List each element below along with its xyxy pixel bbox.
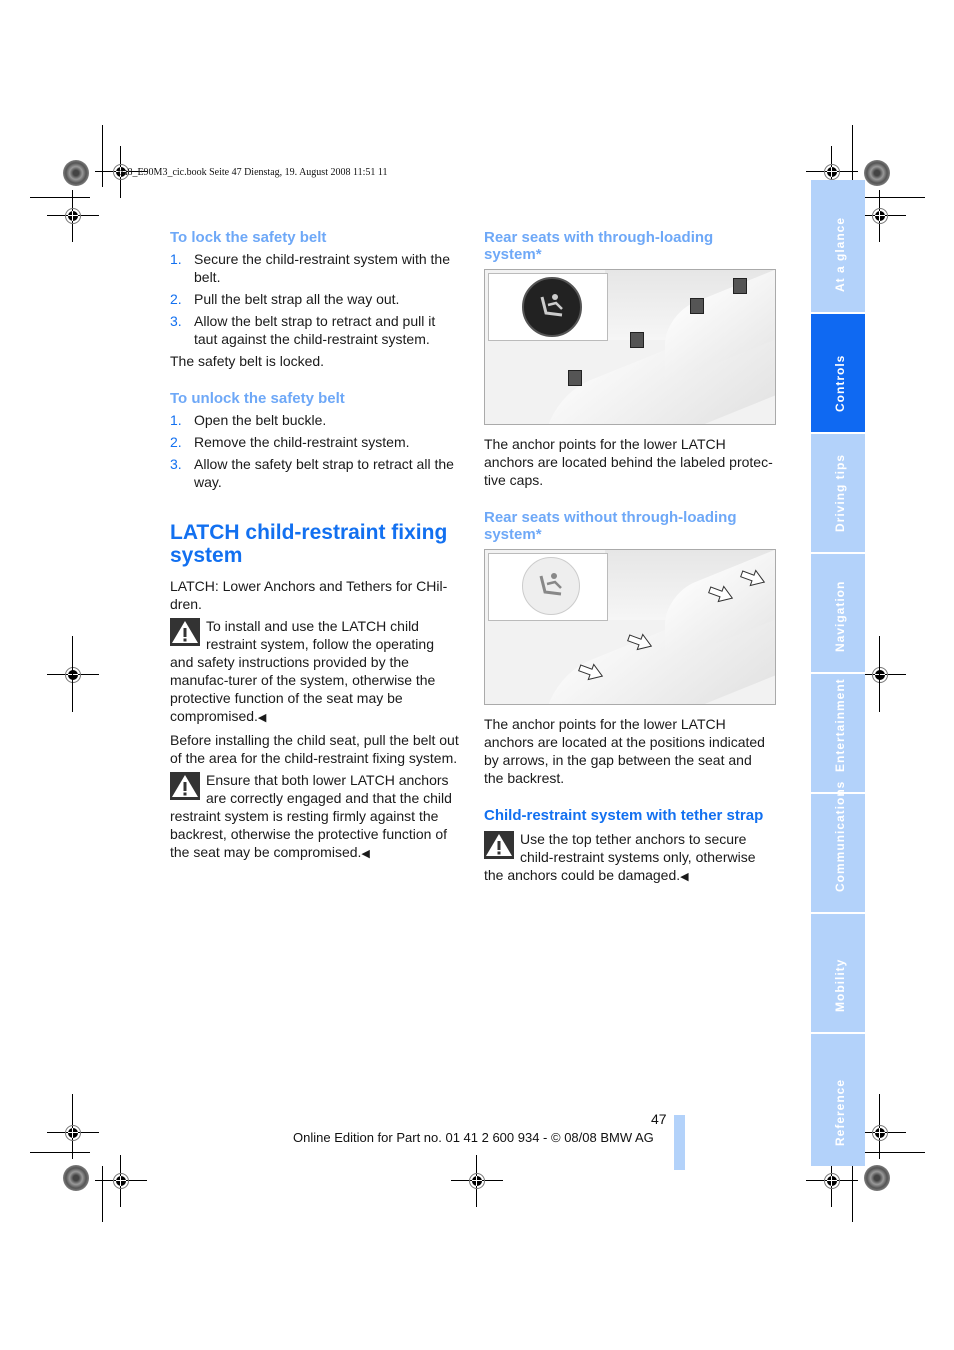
anchor-cap-icon [690, 298, 704, 314]
tab-controls[interactable]: Controls [811, 314, 865, 432]
arrow-icon [578, 663, 604, 681]
end-mark-icon: ◀ [257, 712, 267, 724]
without-through-loading-caption: The anchor points for the lower LATCH an… [484, 716, 765, 786]
registration-mark-icon [95, 1155, 147, 1207]
registration-mark-icon [854, 1107, 906, 1159]
warning-icon [484, 831, 514, 859]
tab-at-a-glance[interactable]: At a glance [811, 180, 865, 312]
tab-navigation[interactable]: Navigation [811, 554, 865, 672]
registration-mark-icon [47, 649, 99, 701]
registration-mark-icon [854, 190, 906, 242]
registration-mark-icon [47, 1107, 99, 1159]
registration-mark-icon [451, 1155, 503, 1207]
right-column: Rear seats with through-loading system* … [484, 229, 776, 890]
tab-driving-tips[interactable]: Driving tips [811, 434, 865, 552]
arrow-icon [708, 585, 734, 603]
child-seat-symbol-icon [522, 277, 582, 337]
print-slug: ba8_E90M3_cic.book Seite 47 Dienstag, 19… [118, 167, 388, 178]
warning-icon [170, 772, 200, 800]
anchor-cap-icon [568, 370, 582, 386]
lock-heading: To lock the safety belt [170, 229, 327, 246]
lock-steps: 1. Secure the child-restraint system with… [170, 250, 460, 348]
tab-reference[interactable]: Reference [811, 1034, 865, 1166]
registration-star-icon [63, 1165, 89, 1191]
registration-star-icon [864, 1165, 890, 1191]
arrow-icon [740, 569, 766, 587]
list-item: 2. Remove the child-restraint system. [170, 434, 410, 450]
rear-seat-through-loading-illustration [484, 269, 776, 425]
unlock-steps: 1. Open the belt buckle. 2. Remove the chi… [170, 411, 460, 491]
warning-note: To install and use the LATCH child restr… [170, 617, 460, 727]
edition-footer: Online Edition for Part no. 01 41 2 600 … [293, 1130, 654, 1145]
anchor-cap-icon [733, 278, 747, 294]
through-loading-caption: The anchor points for the lower LATCH an… [484, 436, 773, 488]
anchor-cap-icon [630, 332, 644, 348]
list-item: 3. Allow the belt strap to retract and pu… [170, 313, 436, 347]
left-column: To lock the safety belt 1. Secure the chi… [170, 229, 460, 867]
end-mark-icon: ◀ [680, 871, 689, 883]
page-marker-bar [674, 1115, 685, 1170]
tether-strap-heading: Child-restraint system with tether strap [484, 807, 764, 824]
list-item: 1. Open the belt buckle. [170, 412, 327, 428]
list-item: 1. Secure the child-restraint system with… [170, 251, 450, 285]
registration-mark-icon [806, 1155, 858, 1207]
section-title: LATCH child-restraint fixing system [170, 521, 448, 567]
end-mark-icon: ◀ [361, 848, 370, 860]
before-installing-text: Before installing the child seat, pull t… [170, 732, 459, 766]
warning-note: Use the top tether anchors to secure chi… [484, 830, 774, 886]
rear-seat-without-through-loading-illustration [484, 549, 776, 705]
list-item: 3. Allow the safety belt strap to retract… [170, 456, 454, 490]
tab-entertainment[interactable]: Entertainment [811, 674, 865, 792]
warning-icon [170, 618, 200, 646]
registration-star-icon [864, 160, 890, 186]
child-seat-symbol-icon [522, 557, 580, 615]
registration-star-icon [63, 160, 89, 186]
tab-mobility[interactable]: Mobility [811, 914, 865, 1032]
registration-mark-icon [47, 190, 99, 242]
arrow-icon [627, 633, 653, 651]
through-loading-heading: Rear seats with through-loading system* [484, 229, 714, 263]
tab-communications[interactable]: Communications [811, 781, 865, 912]
page-number: 47 [651, 1111, 667, 1127]
warning-note: Ensure that both lower LATCH anchors are… [170, 771, 460, 863]
latch-intro: LATCH: Lower Anchors and Tethers for CHi… [170, 578, 448, 612]
without-through-loading-heading: Rear seats without through-loading syste… [484, 509, 737, 543]
lock-result: The safety belt is locked. [170, 353, 325, 369]
list-item: 2. Pull the belt strap all the way out. [170, 291, 400, 307]
chapter-tabs: At a glance Controls Driving tips Naviga… [811, 180, 865, 1168]
registration-mark-icon [854, 649, 906, 701]
unlock-heading: To unlock the safety belt [170, 390, 345, 407]
